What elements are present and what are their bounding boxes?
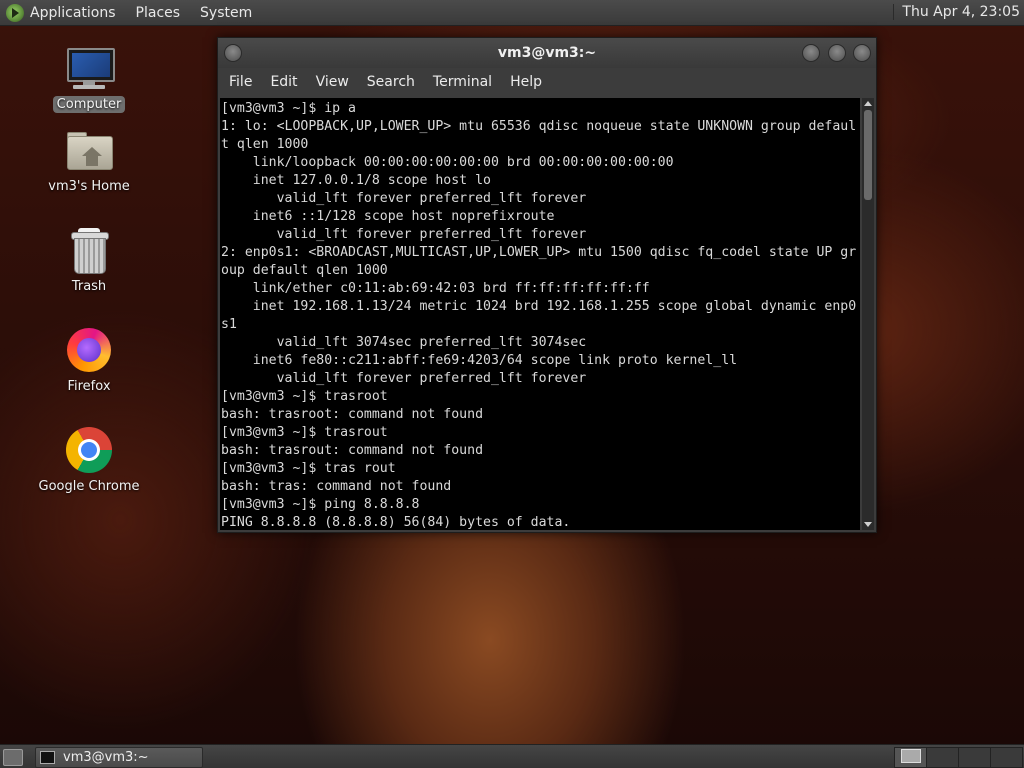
- home-folder-icon: [65, 126, 113, 174]
- terminal-area[interactable]: [vm3@vm3 ~]$ ip a 1: lo: <LOOPBACK,UP,LO…: [220, 98, 860, 530]
- workspace-4[interactable]: [990, 747, 1023, 768]
- show-desktop-icon[interactable]: [3, 749, 23, 766]
- close-button[interactable]: [853, 44, 871, 62]
- menu-edit[interactable]: Edit: [261, 68, 306, 96]
- trash-icon: [65, 226, 113, 274]
- terminal-window: vm3@vm3:~ File Edit View Search Terminal…: [217, 37, 877, 533]
- window-titlebar[interactable]: vm3@vm3:~: [218, 38, 876, 68]
- taskbar-button-terminal[interactable]: vm3@vm3:~: [35, 747, 203, 768]
- window-menu-button[interactable]: [224, 44, 242, 62]
- bottom-panel: vm3@vm3:~: [0, 744, 1024, 768]
- maximize-button[interactable]: [828, 44, 846, 62]
- desktop-icon-chrome[interactable]: Google Chrome: [24, 426, 154, 495]
- firefox-icon: [65, 326, 113, 374]
- scroll-down-icon[interactable]: [864, 522, 872, 527]
- menu-search[interactable]: Search: [358, 68, 424, 96]
- desktop-icon-label: Firefox: [67, 379, 111, 394]
- menu-file[interactable]: File: [220, 68, 261, 96]
- taskbar-button-label: vm3@vm3:~: [63, 750, 149, 765]
- applications-menu[interactable]: Applications: [30, 5, 116, 21]
- desktop-icon-label: vm3's Home: [48, 179, 130, 194]
- menu-help[interactable]: Help: [501, 68, 551, 96]
- menu-view[interactable]: View: [307, 68, 358, 96]
- terminal-scrollbar[interactable]: [862, 98, 874, 530]
- desktop-icon-label: Trash: [71, 279, 107, 294]
- computer-icon: [65, 44, 115, 92]
- workspace-2[interactable]: [926, 747, 959, 768]
- chrome-icon: [65, 426, 113, 474]
- system-menu[interactable]: System: [200, 5, 252, 21]
- top-panel: Applications Places System Thu Apr 4, 23…: [0, 0, 1024, 26]
- desktop-icon-home[interactable]: vm3's Home: [24, 126, 154, 195]
- terminal-icon: [40, 751, 55, 764]
- scrollbar-thumb[interactable]: [864, 110, 872, 200]
- scroll-up-icon[interactable]: [864, 101, 872, 106]
- applications-menu-icon[interactable]: [6, 3, 24, 22]
- terminal-menubar: File Edit View Search Terminal Help: [218, 68, 876, 96]
- clock[interactable]: Thu Apr 4, 23:05: [893, 4, 1020, 20]
- desktop-icon-label: Google Chrome: [38, 479, 140, 494]
- workspace-3[interactable]: [958, 747, 991, 768]
- minimize-button[interactable]: [802, 44, 820, 62]
- desktop-icon-computer[interactable]: Computer: [24, 44, 154, 113]
- window-title: vm3@vm3:~: [497, 45, 597, 61]
- desktop-icon-label: Computer: [52, 96, 126, 113]
- menu-terminal[interactable]: Terminal: [424, 68, 501, 96]
- desktop-icon-firefox[interactable]: Firefox: [24, 326, 154, 395]
- terminal-output[interactable]: [vm3@vm3 ~]$ ip a 1: lo: <LOOPBACK,UP,LO…: [220, 98, 860, 530]
- desktop-icon-trash[interactable]: Trash: [24, 226, 154, 295]
- workspace-1[interactable]: [894, 747, 927, 768]
- places-menu[interactable]: Places: [136, 5, 181, 21]
